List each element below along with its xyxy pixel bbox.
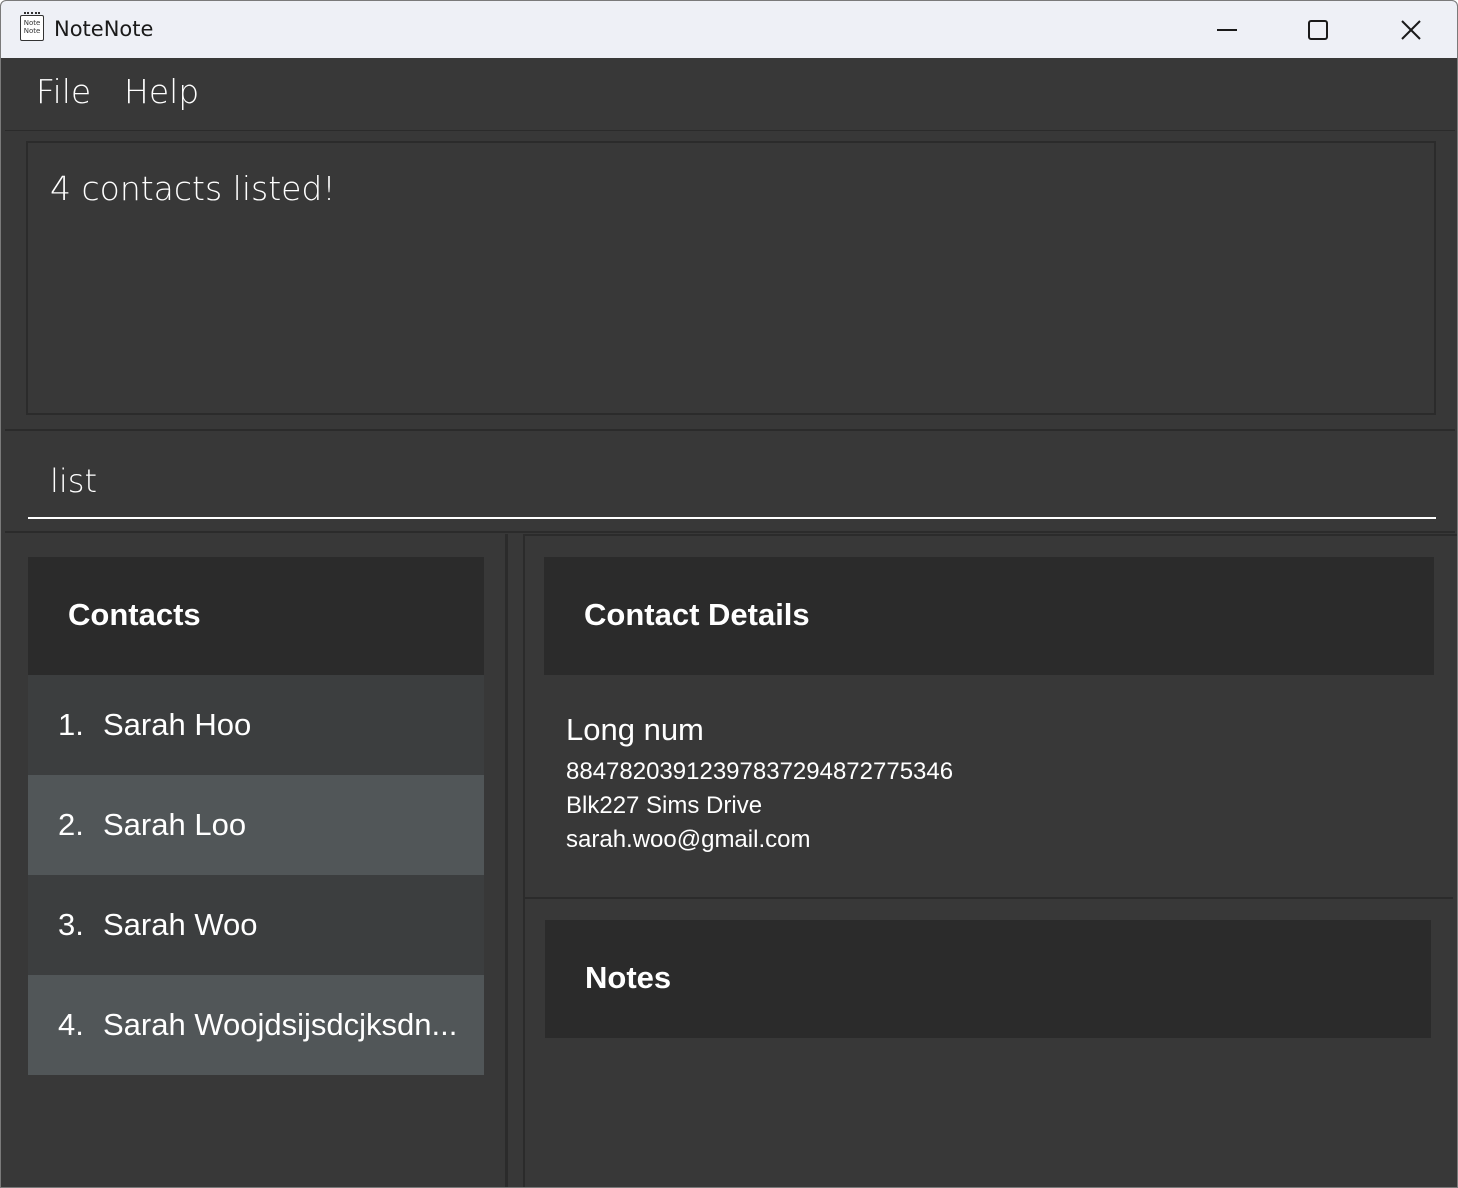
maximize-icon <box>1308 19 1328 40</box>
contact-list-item[interactable]: 3. Sarah Woo <box>28 875 484 975</box>
result-display-box: 4 contacts listed! <box>26 141 1436 415</box>
contact-index: 1. <box>58 707 84 742</box>
contacts-header: Contacts <box>28 557 484 675</box>
contact-name: Sarah Loo <box>103 807 247 842</box>
detail-email: sarah.woo@gmail.com <box>566 826 811 853</box>
contact-name: Sarah Woo <box>103 907 258 942</box>
contact-index: 2. <box>58 807 84 842</box>
contact-index: 3. <box>58 907 84 942</box>
minimize-icon <box>1217 28 1237 31</box>
menu-bar: File Help <box>5 58 1455 132</box>
result-display-pane: 4 contacts listed! <box>5 131 1455 431</box>
contact-details-header: Contact Details <box>544 557 1434 675</box>
command-input[interactable] <box>28 445 1436 519</box>
command-box-pane <box>5 431 1455 533</box>
detail-phone: 884782039123978372948727753​46 <box>566 758 954 785</box>
notes-header-label: Notes <box>585 960 672 995</box>
app-window: Note Note NoteNote File Help 4 contacts … <box>0 0 1458 1188</box>
title-bar[interactable]: Note Note NoteNote <box>1 1 1457 58</box>
contact-list-item[interactable]: 2. Sarah Loo <box>28 775 484 875</box>
contact-name: Sarah Hoo <box>103 707 252 742</box>
contact-list-item[interactable]: 4. Sarah Woojdsijsdcjksdn... <box>28 975 484 1075</box>
detail-name: Long num <box>566 712 704 747</box>
notes-panel: Notes <box>525 897 1453 1187</box>
close-icon <box>1401 19 1421 40</box>
contacts-panel: Contacts 1. Sarah Hoo 2. Sarah Loo 3. Sa… <box>5 534 508 1187</box>
app-logo-icon: Note Note <box>20 12 44 41</box>
contact-list-item[interactable]: 1. Sarah Hoo <box>28 675 484 775</box>
detail-address: Blk227 Sims Drive <box>566 792 763 819</box>
contact-details-header-label: Contact Details <box>584 597 810 632</box>
menu-file[interactable]: File <box>36 72 91 111</box>
contact-list: 1. Sarah Hoo 2. Sarah Loo 3. Sarah Woo 4… <box>28 675 484 1075</box>
window-title: NoteNote <box>54 17 154 41</box>
close-button[interactable] <box>1365 1 1457 58</box>
maximize-button[interactable] <box>1272 1 1364 58</box>
contact-name: Sarah Woojdsijsdcjksdn... <box>103 1007 458 1042</box>
notes-header: Notes <box>545 920 1431 1038</box>
menu-help[interactable]: Help <box>124 72 199 111</box>
minimize-button[interactable] <box>1181 1 1273 58</box>
contacts-header-label: Contacts <box>68 597 201 632</box>
contact-index: 4. <box>58 1007 84 1042</box>
result-message: 4 contacts listed! <box>50 169 336 208</box>
